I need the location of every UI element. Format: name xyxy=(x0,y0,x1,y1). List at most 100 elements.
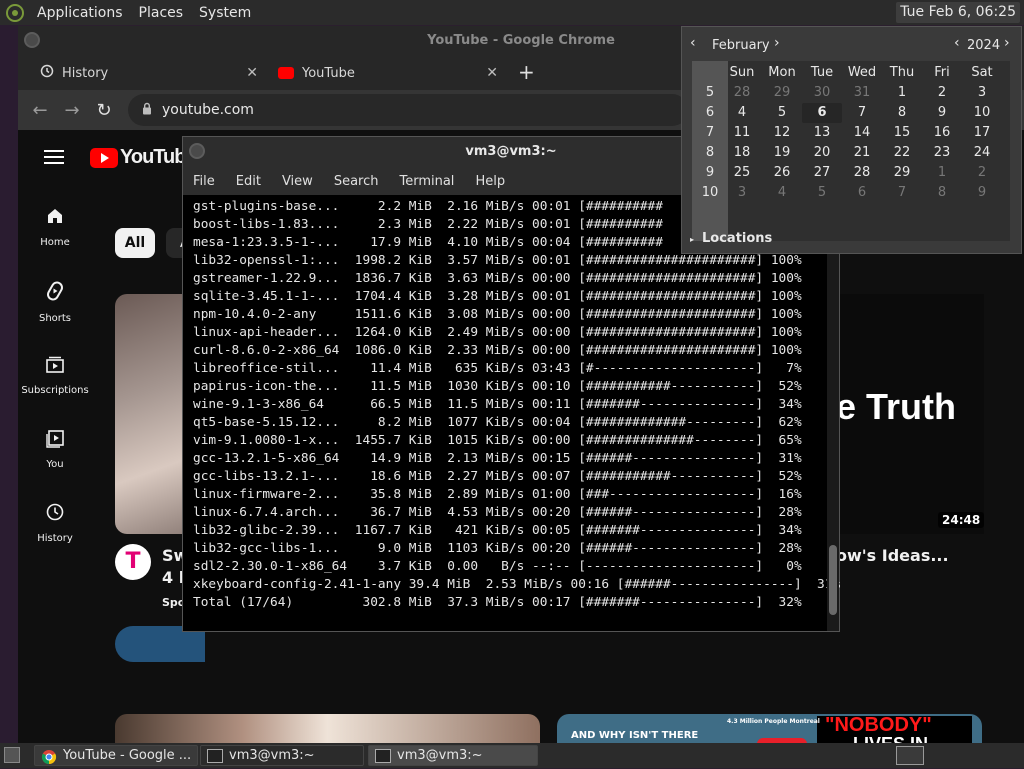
next-year-icon[interactable]: › xyxy=(1004,35,1010,51)
calendar-day[interactable]: 3 xyxy=(962,83,1002,103)
sidebar-label-subscriptions: Subscriptions xyxy=(21,385,89,396)
menu-terminal[interactable]: Terminal xyxy=(399,174,454,189)
menu-file[interactable]: File xyxy=(193,174,215,189)
calendar-day[interactable]: 5 xyxy=(802,183,842,203)
calendar-day[interactable]: 16 xyxy=(922,123,962,143)
tab-youtube[interactable]: YouTube ✕ xyxy=(268,56,508,90)
places-menu[interactable]: Places xyxy=(139,5,184,21)
calendar-day[interactable]: 1 xyxy=(922,163,962,183)
calendar-day[interactable]: 7 xyxy=(842,103,882,123)
calendar-day[interactable]: 5 xyxy=(762,103,802,123)
menu-edit[interactable]: Edit xyxy=(236,174,261,189)
applications-menu[interactable]: Applications xyxy=(37,5,123,21)
calendar-day[interactable]: 27 xyxy=(802,163,842,183)
calendar-day[interactable]: 15 xyxy=(882,123,922,143)
forward-icon[interactable]: → xyxy=(56,100,88,121)
new-tab-button[interactable]: + xyxy=(518,60,535,84)
calendar-day[interactable]: 4 xyxy=(722,103,762,123)
calendar-day[interactable]: 31 xyxy=(842,83,882,103)
show-desktop-icon[interactable] xyxy=(4,747,20,763)
youtube-logo[interactable]: YouTube xyxy=(90,146,197,169)
video-thumbnail[interactable]: "NOBODY" LIVES IN 4.3 Million People Mon… xyxy=(557,714,982,743)
calendar-day[interactable]: 22 xyxy=(882,143,922,163)
channel-avatar[interactable]: T xyxy=(115,544,151,580)
calendar-day[interactable]: 3 xyxy=(722,183,762,203)
calendar-day[interactable]: 10 xyxy=(962,103,1002,123)
sidebar-item-you[interactable]: You xyxy=(18,428,92,470)
reload-icon[interactable]: ↻ xyxy=(88,100,120,121)
sidebar-item-history[interactable]: History xyxy=(18,502,92,544)
window-menu-button[interactable] xyxy=(24,32,40,48)
window-menu-button[interactable] xyxy=(189,143,205,159)
calendar-day[interactable]: 8 xyxy=(882,103,922,123)
scrollbar-thumb[interactable] xyxy=(829,545,837,615)
calendar-day[interactable]: 18 xyxy=(722,143,762,163)
calendar-day[interactable]: 20 xyxy=(802,143,842,163)
menu-search[interactable]: Search xyxy=(334,174,379,189)
workspace-switcher[interactable] xyxy=(896,746,924,765)
expand-icon[interactable]: ▸ xyxy=(690,235,694,244)
calendar-day[interactable]: 24 xyxy=(962,143,1002,163)
video-title[interactable]: ow's Ideas... xyxy=(836,546,949,565)
terminal-line: vim-9.1.0080-1-x... 1455.7 KiB 1015 KiB/… xyxy=(193,433,802,448)
calendar-day[interactable]: 14 xyxy=(842,123,882,143)
hamburger-menu-icon[interactable] xyxy=(44,150,64,164)
calendar-day[interactable]: 4 xyxy=(762,183,802,203)
lock-icon xyxy=(142,102,152,119)
calendar-day[interactable]: 28 xyxy=(722,83,762,103)
tab-history[interactable]: History ✕ xyxy=(28,56,268,90)
sidebar-item-home[interactable]: Home xyxy=(18,206,92,248)
panel-clock[interactable]: Tue Feb 6, 06:25 xyxy=(896,2,1020,23)
calendar-day[interactable]: 9 xyxy=(922,103,962,123)
calendar-day[interactable]: 26 xyxy=(762,163,802,183)
calendar-day[interactable]: 19 xyxy=(762,143,802,163)
sidebar-item-shorts[interactable]: Shorts xyxy=(18,280,92,324)
next-month-icon[interactable]: › xyxy=(774,35,780,51)
calendar-day[interactable]: 2 xyxy=(962,163,1002,183)
calendar-day[interactable]: 29 xyxy=(882,163,922,183)
calendar-day[interactable]: 2 xyxy=(922,83,962,103)
prev-month-icon[interactable]: ‹ xyxy=(690,35,696,51)
calendar-day[interactable]: 30 xyxy=(802,83,842,103)
calendar-day[interactable]: 1 xyxy=(882,83,922,103)
locations-expander[interactable]: Locations xyxy=(702,231,772,246)
address-bar[interactable]: youtube.com xyxy=(128,94,688,126)
menu-view[interactable]: View xyxy=(282,174,313,189)
taskbar-item-terminal-active[interactable]: vm3@vm3:~ xyxy=(368,745,538,766)
calendar-day[interactable]: 17 xyxy=(962,123,1002,143)
calendar-day[interactable]: 6 xyxy=(842,183,882,203)
calendar-day[interactable]: 23 xyxy=(922,143,962,163)
calendar-day[interactable]: 28 xyxy=(842,163,882,183)
taskbar-item-terminal[interactable]: vm3@vm3:~ xyxy=(200,745,364,766)
weekday-header: Sat xyxy=(971,65,993,80)
calendar-day[interactable]: 7 xyxy=(882,183,922,203)
back-icon[interactable]: ← xyxy=(24,100,56,121)
chip-all[interactable]: All xyxy=(115,228,155,258)
calendar-day[interactable]: 29 xyxy=(762,83,802,103)
prev-year-icon[interactable]: ‹ xyxy=(954,35,960,51)
calendar-day[interactable]: 13 xyxy=(802,123,842,143)
shorts-icon xyxy=(18,280,92,307)
calendar-day[interactable]: 9 xyxy=(962,183,1002,203)
you-icon xyxy=(18,428,92,453)
calendar-day[interactable]: 21 xyxy=(842,143,882,163)
terminal-line: gstreamer-1.22.9... 1836.7 KiB 3.63 MiB/… xyxy=(193,271,802,286)
gnome-foot-icon[interactable] xyxy=(3,2,27,24)
terminal-output[interactable]: gst-plugins-base... 2.2 MiB 2.16 MiB/s 0… xyxy=(183,195,840,631)
menu-help[interactable]: Help xyxy=(475,174,505,189)
calendar-day[interactable]: 12 xyxy=(762,123,802,143)
sidebar-item-subscriptions[interactable]: Subscriptions xyxy=(18,354,92,396)
close-tab-icon[interactable]: ✕ xyxy=(486,65,498,81)
terminal-scrollbar[interactable] xyxy=(827,195,839,631)
system-menu[interactable]: System xyxy=(199,5,251,21)
video-thumbnail[interactable] xyxy=(115,714,540,743)
close-tab-icon[interactable]: ✕ xyxy=(246,65,258,81)
calendar-day[interactable]: 6 xyxy=(802,103,842,123)
terminal-line: linux-6.7.4.arch... 36.7 MiB 4.53 MiB/s … xyxy=(193,505,802,520)
calendar-day[interactable]: 25 xyxy=(722,163,762,183)
terminal-line: lib32-openssl-1:... 1998.2 KiB 3.57 MiB/… xyxy=(193,253,802,268)
calendar-day[interactable]: 8 xyxy=(922,183,962,203)
terminal-line: papirus-icon-the... 11.5 MiB 1030 KiB/s … xyxy=(193,379,802,394)
calendar-day[interactable]: 11 xyxy=(722,123,762,143)
taskbar-item-chrome[interactable]: YouTube - Google ... xyxy=(34,745,198,766)
